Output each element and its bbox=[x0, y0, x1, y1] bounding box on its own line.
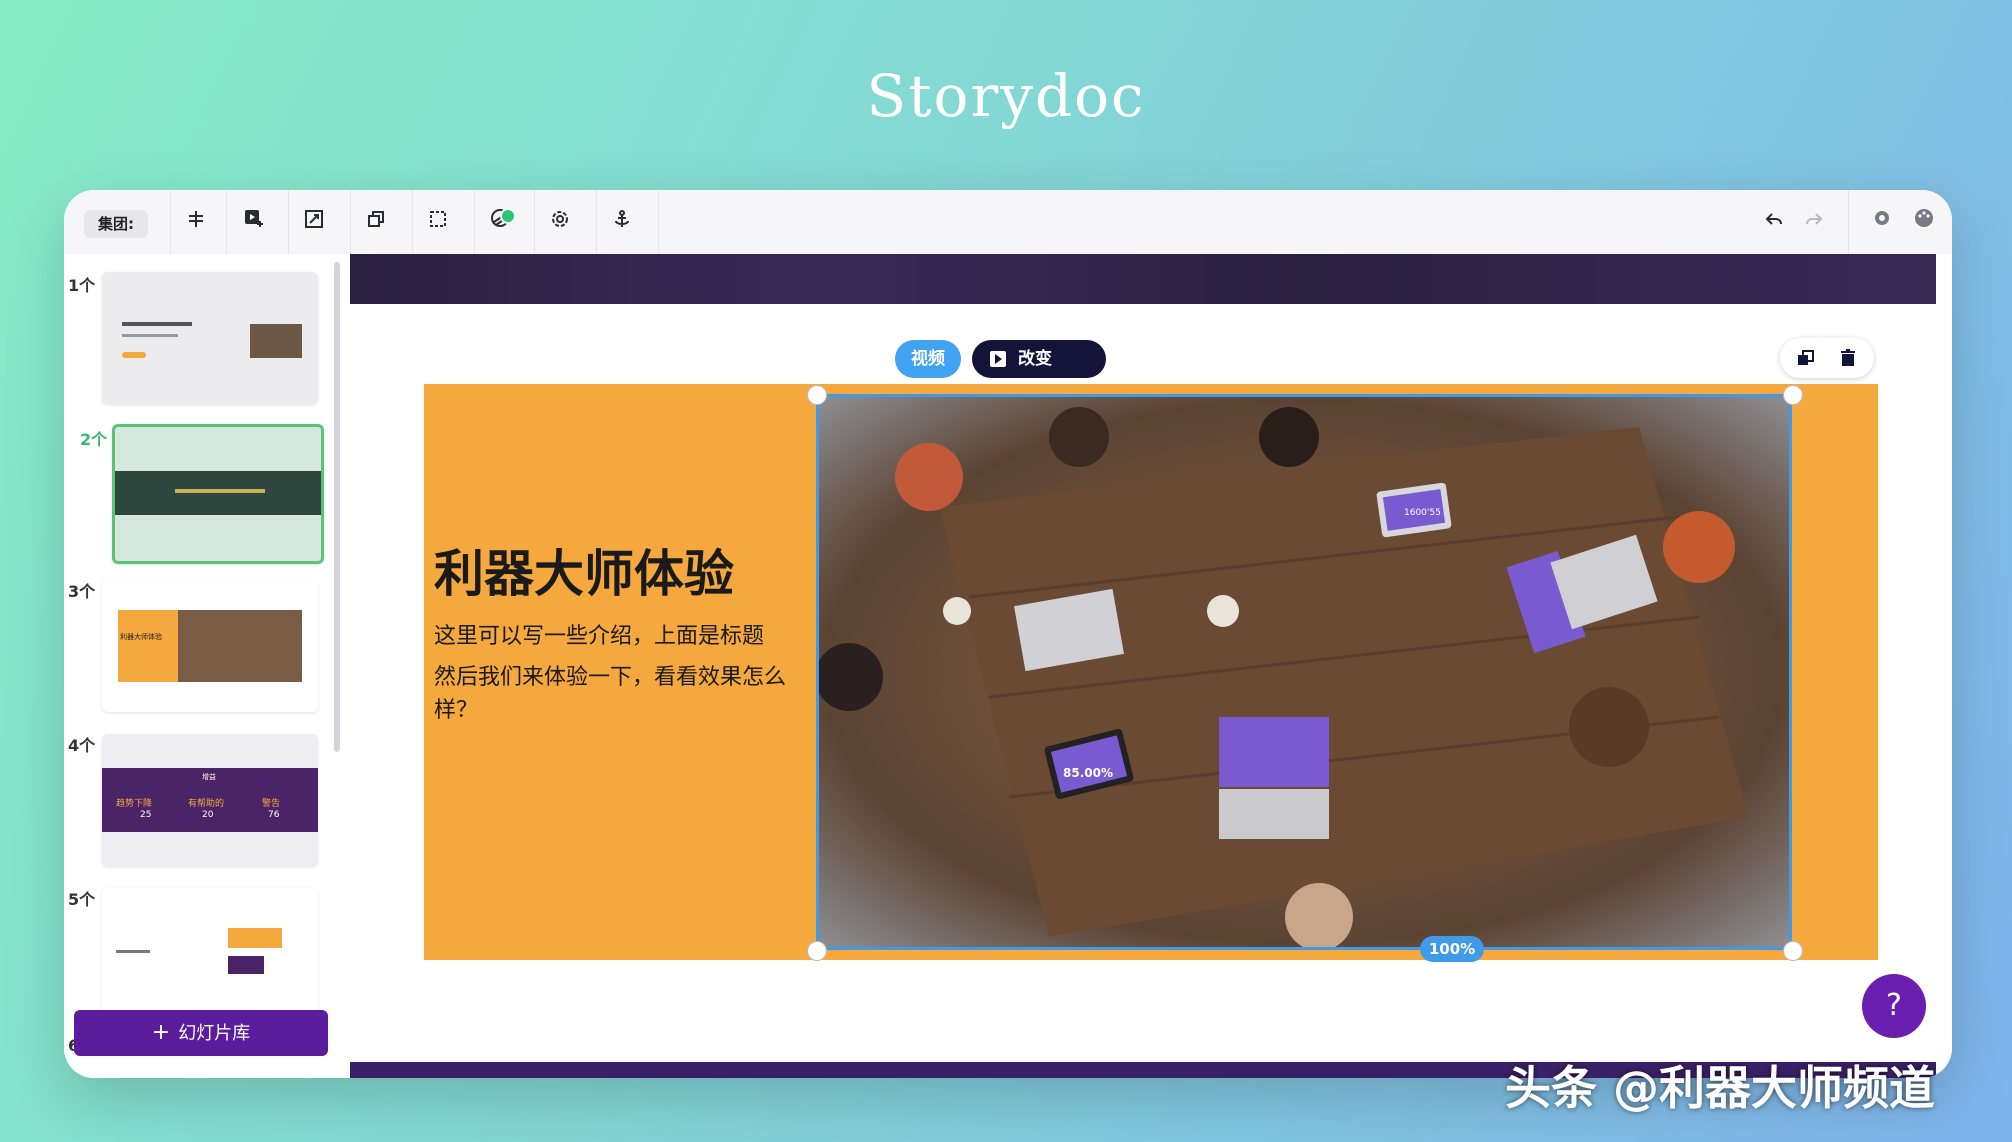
top-toolbar: 集团: bbox=[64, 190, 1952, 255]
anchor-icon[interactable] bbox=[602, 202, 642, 242]
help-button[interactable]: ? bbox=[1862, 974, 1926, 1038]
change-button[interactable]: 改变 bbox=[972, 340, 1106, 378]
brand-title: Storydoc bbox=[866, 62, 1146, 130]
group-label[interactable]: 集团: bbox=[84, 210, 148, 238]
thumb-value: 20 bbox=[202, 810, 214, 820]
previous-slide-band bbox=[350, 254, 1936, 304]
slide-number: 5个 bbox=[68, 890, 96, 909]
duplicate-icon[interactable] bbox=[356, 202, 396, 242]
resize-handle-bottom-right[interactable] bbox=[1783, 941, 1803, 961]
slide-number: 2个 bbox=[80, 430, 108, 449]
slide-library-button[interactable]: + 幻灯片库 bbox=[74, 1010, 328, 1056]
editor-window: 集团: 1个 2个 3个 利器大师体验 4个 增益 趋势下降 有帮助的 警告 2… bbox=[64, 190, 1952, 1078]
align-icon[interactable] bbox=[176, 202, 216, 242]
thumb-text-line bbox=[175, 489, 265, 493]
meeting-photo-illustration: 1600'55 85.00% bbox=[819, 407, 1749, 947]
crop-icon[interactable] bbox=[418, 202, 458, 242]
toolbar-divider bbox=[226, 190, 227, 254]
tablet-screen-text: 85.00% bbox=[1063, 766, 1113, 780]
thumb-item: 趋势下降 bbox=[116, 799, 153, 809]
thumb-item: 警告 bbox=[262, 799, 281, 809]
watermark: 头条 @利器大师频道 bbox=[1505, 1061, 1936, 1115]
settings-gear-icon[interactable] bbox=[540, 202, 580, 242]
add-video-icon[interactable] bbox=[234, 202, 274, 242]
thumb-band bbox=[115, 471, 321, 515]
slide-number: 4个 bbox=[68, 736, 96, 755]
thumb-purple-band: 增益 趋势下降 有帮助的 警告 25 20 76 bbox=[102, 768, 318, 832]
slide-thumb-2-active[interactable] bbox=[112, 424, 324, 564]
slide-title[interactable]: 利器大师体验 bbox=[434, 534, 734, 606]
gear-icon[interactable] bbox=[1862, 202, 1902, 242]
toolbar-divider bbox=[170, 190, 171, 254]
slide-number: 1个 bbox=[68, 276, 96, 295]
thumb-bar bbox=[228, 928, 282, 948]
resize-handle-top-right[interactable] bbox=[1783, 385, 1803, 405]
video-chip[interactable]: 视频 bbox=[895, 340, 961, 378]
toolbar-divider bbox=[1848, 190, 1849, 254]
element-toolbar bbox=[1780, 338, 1874, 378]
zoom-badge[interactable]: 100% bbox=[1420, 936, 1484, 962]
slide-thumb-4[interactable]: 增益 趋势下降 有帮助的 警告 25 20 76 bbox=[102, 734, 318, 866]
thumb-value: 25 bbox=[140, 810, 152, 820]
thumb-title-line bbox=[122, 322, 192, 326]
toolbar-divider bbox=[474, 190, 475, 254]
thumb-title: 利器大师体验 bbox=[120, 633, 162, 641]
redo-icon[interactable] bbox=[1794, 202, 1834, 242]
slide-sidebar: 1个 2个 3个 利器大师体验 4个 增益 趋势下降 有帮助的 警告 25 20… bbox=[64, 254, 341, 1078]
plus-icon: + bbox=[151, 1020, 171, 1045]
thumb-button bbox=[122, 352, 146, 358]
trash-icon[interactable] bbox=[1838, 348, 1858, 368]
resize-handle-top-left[interactable] bbox=[807, 385, 827, 405]
slide-number: 3个 bbox=[68, 582, 96, 601]
toolbar-divider bbox=[288, 190, 289, 254]
thumb-item: 有帮助的 bbox=[188, 799, 225, 809]
slide-library-label: 幻灯片库 bbox=[178, 1023, 251, 1044]
thumb-photo bbox=[178, 610, 302, 682]
slide-body-line: 这里可以写一些介绍，上面是标题 bbox=[434, 624, 765, 649]
play-icon bbox=[990, 351, 1006, 367]
slide-thumb-5[interactable] bbox=[102, 888, 318, 1020]
slide-thumb-1[interactable] bbox=[102, 272, 318, 404]
thumb-value: 76 bbox=[268, 810, 280, 820]
meeting-photo[interactable]: 1600'55 85.00% bbox=[816, 394, 1792, 950]
copy-icon[interactable] bbox=[1796, 348, 1816, 368]
thumb-photo bbox=[250, 324, 302, 358]
slide-thumb-3[interactable]: 利器大师体验 bbox=[102, 580, 318, 712]
palette-icon[interactable] bbox=[1904, 202, 1944, 242]
status-check-icon bbox=[500, 208, 516, 224]
toolbar-divider bbox=[596, 190, 597, 254]
thumb-text-line bbox=[122, 334, 178, 337]
change-label: 改变 bbox=[1018, 349, 1052, 369]
thumb-bar bbox=[228, 956, 264, 974]
resize-handle-bottom-left[interactable] bbox=[807, 941, 827, 961]
resize-icon[interactable] bbox=[294, 202, 334, 242]
slide-body-line: 然后我们来体验一下，看看效果怎么样？ bbox=[434, 665, 787, 723]
thumb-orange-block bbox=[118, 610, 178, 682]
thumb-heading: 增益 bbox=[202, 773, 216, 781]
animation-icon[interactable] bbox=[480, 202, 520, 242]
slide-canvas: 视频 改变 利器大师体验 这里可以写一些介绍，上面是标题 然后我们来体验一下，看… bbox=[340, 254, 1952, 1078]
thumb-text-line bbox=[116, 950, 150, 953]
toolbar-divider bbox=[412, 190, 413, 254]
toolbar-divider bbox=[534, 190, 535, 254]
tablet-screen-text: 1600'55 bbox=[1404, 508, 1441, 518]
toolbar-divider bbox=[658, 190, 659, 254]
toolbar-divider bbox=[350, 190, 351, 254]
slide-body[interactable]: 这里可以写一些介绍，上面是标题 然后我们来体验一下，看看效果怎么样？ bbox=[434, 620, 824, 735]
undo-icon[interactable] bbox=[1754, 202, 1794, 242]
